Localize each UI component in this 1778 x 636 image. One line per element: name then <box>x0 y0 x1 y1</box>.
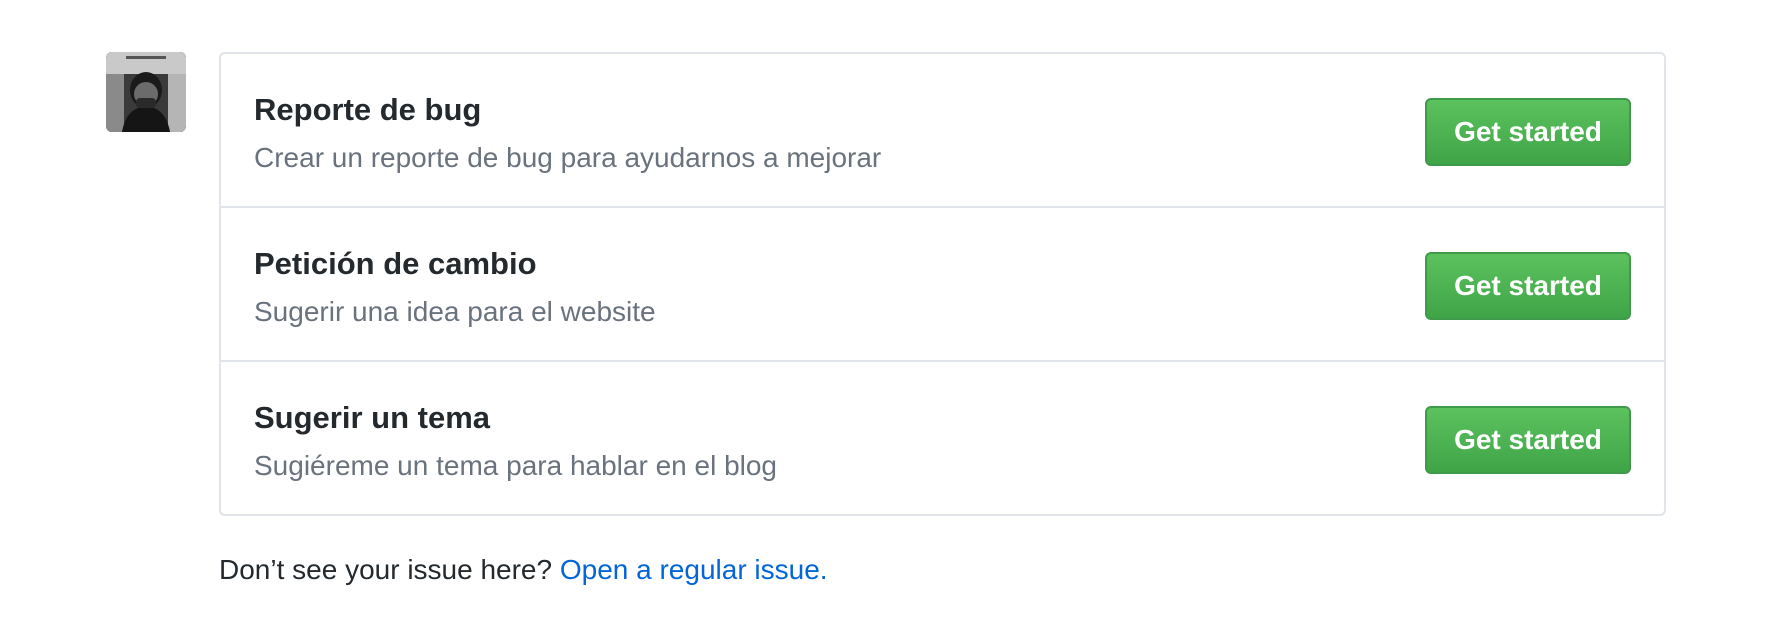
footer-note: Don’t see your issue here? Open a regula… <box>219 554 828 586</box>
template-title: Reporte de bug <box>254 92 482 127</box>
issue-template-list: Reporte de bug Crear un reporte de bug p… <box>219 52 1666 516</box>
avatar[interactable] <box>106 52 186 132</box>
template-row-bug-report: Reporte de bug Crear un reporte de bug p… <box>221 54 1664 208</box>
template-description: Crear un reporte de bug para ayudarnos a… <box>254 142 882 173</box>
template-description: Sugiéreme un tema para hablar en el blog <box>254 450 778 481</box>
get-started-button[interactable]: Get started <box>1425 406 1631 474</box>
template-row-change-request: Petición de cambio Sugerir una idea para… <box>221 208 1664 362</box>
avatar-image <box>106 52 186 132</box>
get-started-button[interactable]: Get started <box>1425 98 1631 166</box>
template-title: Petición de cambio <box>254 246 537 281</box>
template-row-suggest-topic: Sugerir un tema Sugiéreme un tema para h… <box>221 362 1664 516</box>
open-regular-issue-link[interactable]: Open a regular issue. <box>560 554 828 585</box>
template-title: Sugerir un tema <box>254 400 490 435</box>
footer-prompt: Don’t see your issue here? <box>219 554 560 585</box>
get-started-button[interactable]: Get started <box>1425 252 1631 320</box>
template-description: Sugerir una idea para el website <box>254 296 656 327</box>
